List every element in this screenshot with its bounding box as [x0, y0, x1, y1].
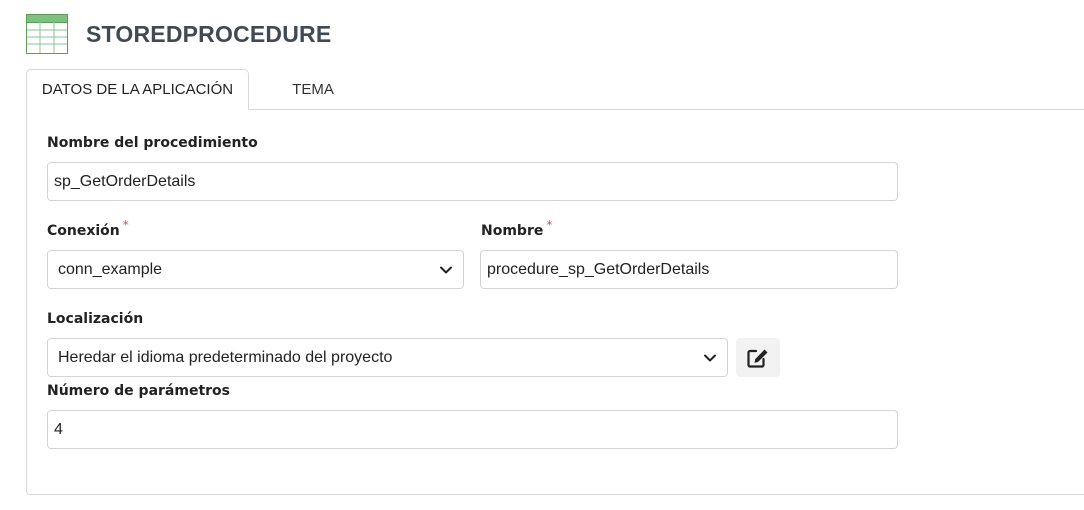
procedure-name-value: sp_GetOrderDetails [54, 172, 196, 190]
required-mark: * [122, 218, 129, 232]
param-count-value: 4 [54, 420, 63, 438]
tab-label: DATOS DE LA APLICACIÓN [41, 81, 234, 98]
name-label: Nombre * [481, 218, 553, 239]
edit-icon [747, 349, 768, 368]
connection-value: conn_example [58, 260, 163, 278]
param-count-input[interactable]: 4 [47, 410, 898, 449]
tab-tema[interactable]: TEMA [250, 69, 376, 109]
localization-label: Localización [47, 311, 144, 327]
required-mark: * [546, 218, 553, 232]
localization-value: Heredar el idioma predeterminado del pro… [58, 348, 393, 366]
tab-bar: DATOS DE LA APLICACIÓN TEMA [26, 69, 1084, 110]
connection-select[interactable]: conn_example [47, 250, 464, 289]
page: STOREDPROCEDURE DATOS DE LA APLICACIÓN T… [0, 0, 1084, 510]
procedure-name-input[interactable]: sp_GetOrderDetails [47, 162, 898, 201]
param-count-label: Número de parámetros [47, 383, 231, 399]
connection-label: Conexión * [47, 218, 129, 239]
edit-localization-button[interactable] [736, 338, 780, 377]
chevron-down-icon [704, 354, 716, 361]
header: STOREDPROCEDURE [26, 14, 331, 54]
tab-datos-aplicacion[interactable]: DATOS DE LA APLICACIÓN [26, 69, 249, 110]
tab-label: TEMA [292, 80, 334, 98]
name-value: procedure_sp_GetOrderDetails [487, 260, 710, 278]
table-icon [26, 14, 68, 54]
page-title: STOREDPROCEDURE [86, 20, 332, 47]
chevron-down-icon [440, 266, 452, 273]
procedure-name-label: Nombre del procedimiento [47, 135, 258, 151]
name-input[interactable]: procedure_sp_GetOrderDetails [480, 250, 898, 289]
localization-select[interactable]: Heredar el idioma predeterminado del pro… [47, 338, 728, 377]
